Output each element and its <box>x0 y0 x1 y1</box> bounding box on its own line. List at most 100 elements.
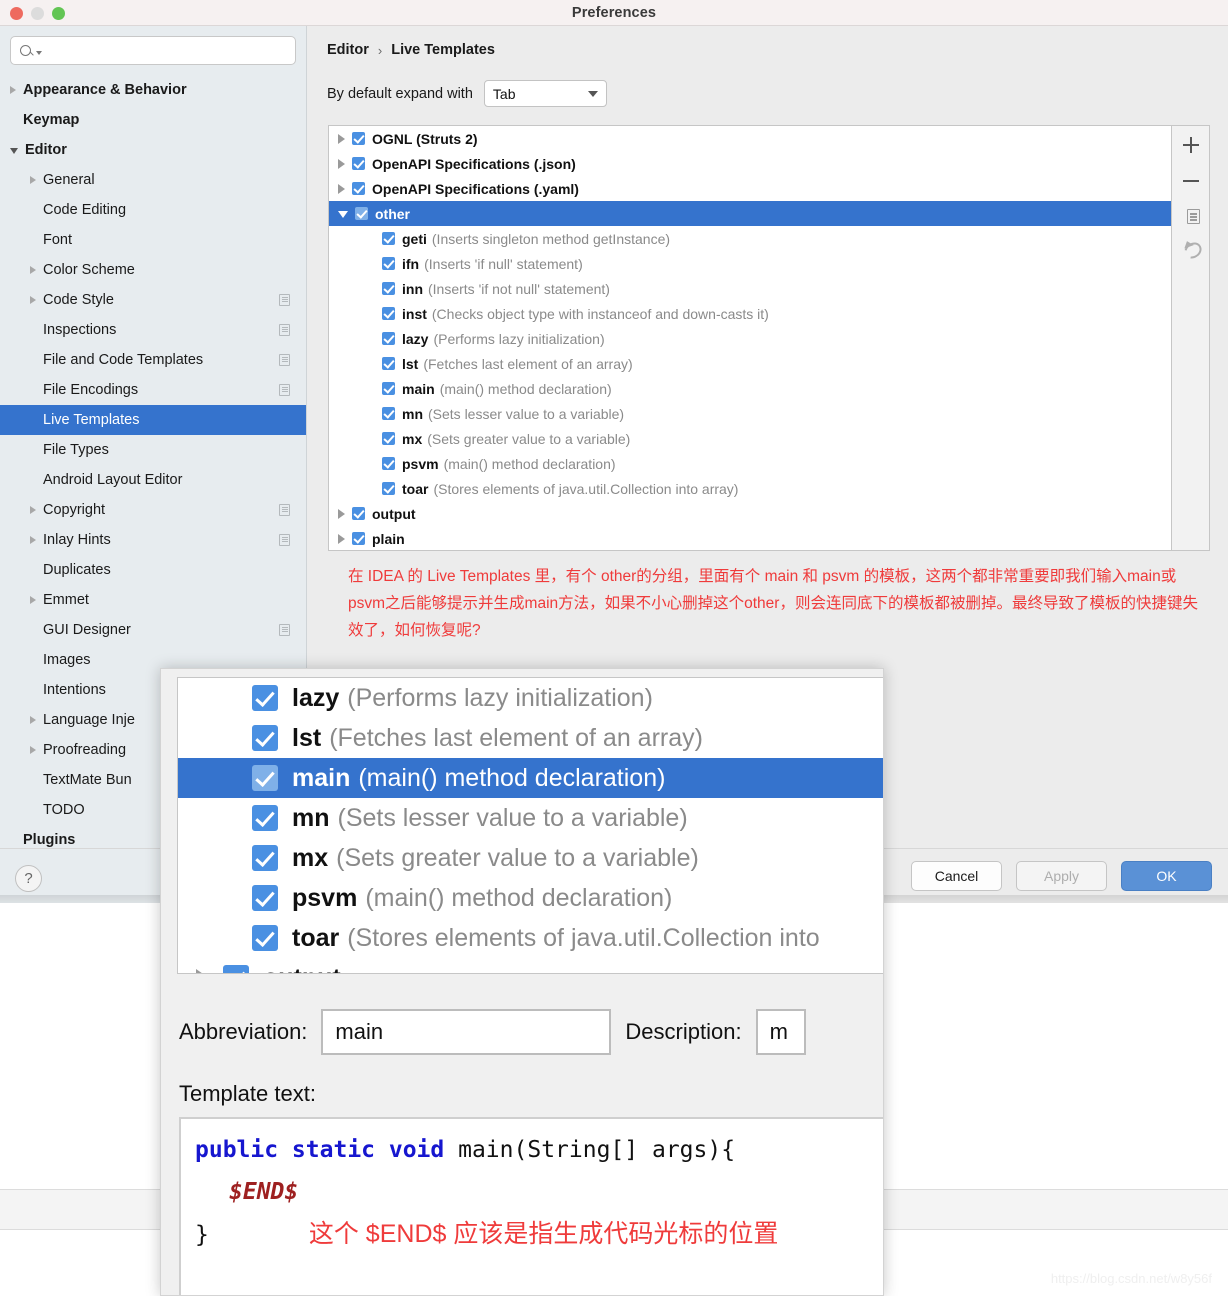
chevron-right-icon[interactable] <box>30 536 36 544</box>
template-checkbox[interactable] <box>382 432 395 445</box>
sidebar-item-copyright[interactable]: Copyright <box>0 495 306 525</box>
cancel-button[interactable]: Cancel <box>911 861 1002 891</box>
overlay-template-row[interactable]: psvm (main() method declaration) <box>178 878 883 918</box>
template-row[interactable]: inst (Checks object type with instanceof … <box>329 301 1171 326</box>
template-row[interactable]: OGNL (Struts 2) <box>329 126 1171 151</box>
template-row[interactable]: psvm (main() method declaration) <box>329 451 1171 476</box>
chevron-down-icon[interactable] <box>36 50 42 55</box>
template-checkbox[interactable] <box>382 457 395 470</box>
breadcrumb-parent[interactable]: Editor <box>327 42 369 58</box>
sidebar-item-inlay-hints[interactable]: Inlay Hints <box>0 525 306 555</box>
sidebar-item-color-scheme[interactable]: Color Scheme <box>0 255 306 285</box>
template-row[interactable]: mn (Sets lesser value to a variable) <box>329 401 1171 426</box>
template-checkbox[interactable] <box>382 282 395 295</box>
overlay-template-row[interactable]: lazy (Performs lazy initialization) <box>178 678 883 718</box>
template-checkbox[interactable] <box>352 132 365 145</box>
overlay-template-checkbox[interactable] <box>252 685 278 711</box>
expand-with-select[interactable]: Tab <box>483 80 607 107</box>
sidebar-item-editor[interactable]: Editor <box>0 135 306 165</box>
overlay-template-checkbox[interactable] <box>252 925 278 951</box>
overlay-template-row[interactable]: main (main() method declaration) <box>178 758 883 798</box>
chevron-down-icon[interactable] <box>10 148 18 154</box>
chevron-right-icon[interactable] <box>30 746 36 754</box>
template-checkbox[interactable] <box>352 507 365 520</box>
template-checkbox[interactable] <box>382 307 395 320</box>
chevron-right-icon[interactable] <box>338 183 345 194</box>
template-checkbox[interactable] <box>382 232 395 245</box>
template-row[interactable]: lazy (Performs lazy initialization) <box>329 326 1171 351</box>
template-checkbox[interactable] <box>382 382 395 395</box>
template-checkbox[interactable] <box>355 207 368 220</box>
template-checkbox[interactable] <box>352 157 365 170</box>
revert-template-button[interactable] <box>1182 240 1200 258</box>
abbreviation-input[interactable]: main <box>321 1009 612 1055</box>
template-row[interactable]: toar (Stores elements of java.util.Collec… <box>329 476 1171 501</box>
template-checkbox[interactable] <box>352 182 365 195</box>
sidebar-item-inspections[interactable]: Inspections <box>0 315 306 345</box>
sidebar-item-file-and-code-templates[interactable]: File and Code Templates <box>0 345 306 375</box>
template-row[interactable]: lst (Fetches last element of an array) <box>329 351 1171 376</box>
overlay-template-row[interactable]: mx (Sets greater value to a variable) <box>178 838 883 878</box>
template-checkbox[interactable] <box>382 407 395 420</box>
template-row[interactable]: other <box>329 201 1171 226</box>
template-row[interactable]: OpenAPI Specifications (.yaml) <box>329 176 1171 201</box>
templates-list[interactable]: OGNL (Struts 2) OpenAPI Specifications (.… <box>328 125 1172 551</box>
template-text-editor[interactable]: public static void main(String[] args){ … <box>179 1117 883 1295</box>
minimize-button-icon[interactable] <box>31 7 44 20</box>
template-checkbox[interactable] <box>382 332 395 345</box>
search-input[interactable] <box>10 36 296 65</box>
overlay-template-checkbox[interactable] <box>252 845 278 871</box>
description-input[interactable]: m <box>755 1009 806 1055</box>
overlay-template-checkbox[interactable] <box>252 885 278 911</box>
sidebar-item-font[interactable]: Font <box>0 225 306 255</box>
overlay-template-checkbox[interactable] <box>252 725 278 751</box>
sidebar-item-emmet[interactable]: Emmet <box>0 585 306 615</box>
chevron-right-icon[interactable] <box>338 533 345 544</box>
overlay-template-checkbox[interactable] <box>223 965 249 973</box>
sidebar-item-android-layout-editor[interactable]: Android Layout Editor <box>0 465 306 495</box>
sidebar-item-file-encodings[interactable]: File Encodings <box>0 375 306 405</box>
chevron-right-icon[interactable] <box>30 716 36 724</box>
sidebar-item-duplicates[interactable]: Duplicates <box>0 555 306 585</box>
chevron-right-icon[interactable] <box>30 596 36 604</box>
apply-button[interactable]: Apply <box>1016 861 1107 891</box>
chevron-right-icon[interactable] <box>10 86 16 94</box>
sidebar-item-code-style[interactable]: Code Style <box>0 285 306 315</box>
close-button-icon[interactable] <box>10 7 23 20</box>
template-row[interactable]: plain <box>329 526 1171 550</box>
template-row[interactable]: ifn (Inserts 'if null' statement) <box>329 251 1171 276</box>
ok-button[interactable]: OK <box>1121 861 1212 891</box>
overlay-template-row[interactable]: lst (Fetches last element of an array) <box>178 718 883 758</box>
chevron-right-icon[interactable] <box>196 969 209 973</box>
sidebar-item-appearance-behavior[interactable]: Appearance & Behavior <box>0 75 306 105</box>
overlay-template-row[interactable]: output <box>178 958 883 973</box>
chevron-right-icon[interactable] <box>30 296 36 304</box>
sidebar-item-gui-designer[interactable]: GUI Designer <box>0 615 306 645</box>
sidebar-item-code-editing[interactable]: Code Editing <box>0 195 306 225</box>
sidebar-item-general[interactable]: General <box>0 165 306 195</box>
overlay-template-row[interactable]: toar (Stores elements of java.util.Collec… <box>178 918 883 958</box>
overlay-template-row[interactable]: mn (Sets lesser value to a variable) <box>178 798 883 838</box>
template-row[interactable]: OpenAPI Specifications (.json) <box>329 151 1171 176</box>
overlay-template-checkbox[interactable] <box>252 805 278 831</box>
template-row[interactable]: main (main() method declaration) <box>329 376 1171 401</box>
chevron-right-icon[interactable] <box>338 158 345 169</box>
sidebar-item-keymap[interactable]: Keymap <box>0 105 306 135</box>
template-checkbox[interactable] <box>382 482 395 495</box>
chevron-right-icon[interactable] <box>338 133 345 144</box>
template-row[interactable]: geti (Inserts singleton method getInstanc… <box>329 226 1171 251</box>
overlay-template-checkbox[interactable] <box>252 765 278 791</box>
chevron-right-icon[interactable] <box>338 508 345 519</box>
chevron-down-icon[interactable] <box>338 211 348 218</box>
template-checkbox[interactable] <box>382 257 395 270</box>
template-checkbox[interactable] <box>382 357 395 370</box>
duplicate-template-button[interactable] <box>1183 207 1200 224</box>
zoom-button-icon[interactable] <box>52 7 65 20</box>
sidebar-item-file-types[interactable]: File Types <box>0 435 306 465</box>
remove-template-button[interactable] <box>1180 170 1202 192</box>
template-row[interactable]: output <box>329 501 1171 526</box>
help-button[interactable]: ? <box>15 865 42 892</box>
chevron-right-icon[interactable] <box>30 176 36 184</box>
traffic-lights[interactable] <box>10 7 65 20</box>
sidebar-item-live-templates[interactable]: Live Templates <box>0 405 306 435</box>
